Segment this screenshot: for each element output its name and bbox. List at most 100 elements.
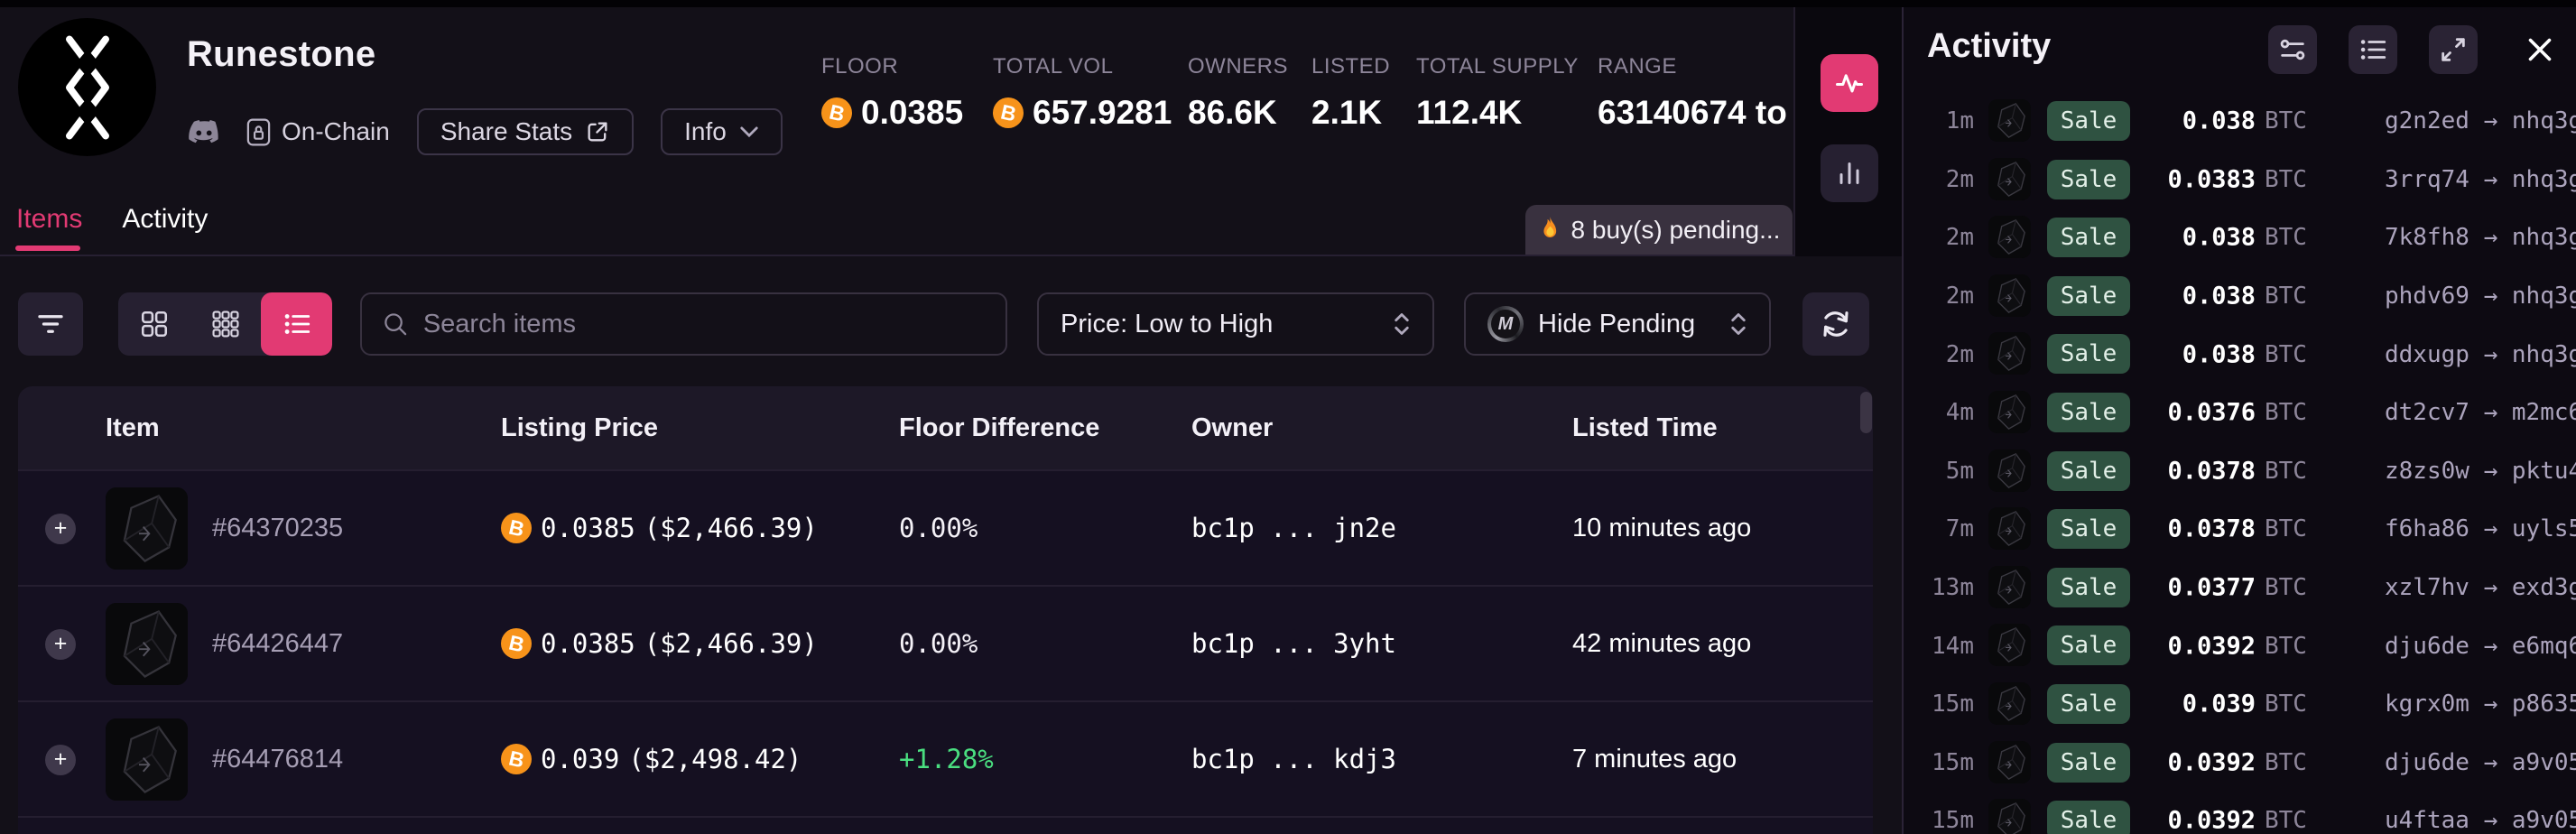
activity-row[interactable]: 15m Sale 0.039 BTC kgrx0m → p8635g: [1904, 675, 2576, 734]
item-thumbnail[interactable]: [106, 718, 188, 801]
activity-row[interactable]: 15m Sale 0.0392 BTC dju6de → a9v05l: [1904, 734, 2576, 792]
to-address[interactable]: m2mc69: [2512, 399, 2576, 426]
item-id[interactable]: #64476814: [212, 702, 343, 816]
from-address[interactable]: f6ha86: [2385, 515, 2469, 542]
tab-items[interactable]: Items: [16, 204, 82, 235]
col-header-floor-diff[interactable]: Floor Difference: [899, 386, 1099, 469]
col-header-item[interactable]: Item: [106, 386, 160, 469]
activity-item-thumbnail[interactable]: [1988, 158, 2031, 200]
activity-addresses[interactable]: 3rrq74 → nhq3gt: [2385, 166, 2576, 193]
refresh-button[interactable]: [1802, 292, 1869, 356]
activity-item-thumbnail[interactable]: [1988, 682, 2031, 725]
to-address[interactable]: nhq3gt: [2512, 283, 2576, 310]
item-thumbnail[interactable]: [106, 487, 188, 570]
to-address[interactable]: exd3gs: [2512, 574, 2576, 601]
to-address[interactable]: nhq3gt: [2512, 341, 2576, 368]
share-stats-button[interactable]: Share Stats: [417, 108, 634, 155]
sort-select[interactable]: Price: Low to High: [1037, 292, 1434, 356]
filter-button[interactable]: [18, 292, 83, 356]
activity-item-thumbnail[interactable]: [1988, 799, 2031, 834]
table-row[interactable]: + #64426447 B 0.0385 ($2,466.39) 0.00% b…: [18, 585, 1873, 700]
from-address[interactable]: u4ftaa: [2385, 807, 2469, 834]
activity-item-thumbnail[interactable]: [1988, 741, 2031, 783]
item-owner-address[interactable]: bc1p ... kdj3: [1191, 702, 1396, 816]
from-address[interactable]: 3rrq74: [2385, 166, 2469, 193]
activity-addresses[interactable]: phdv69 → nhq3gt: [2385, 283, 2576, 310]
tab-activity[interactable]: Activity: [122, 204, 208, 235]
item-id[interactable]: #64426447: [212, 587, 343, 700]
from-address[interactable]: g2n2ed: [2385, 107, 2469, 134]
item-id[interactable]: #64370235: [212, 471, 343, 585]
to-address[interactable]: e6mq6a: [2512, 633, 2576, 660]
chart-view-button[interactable]: [1821, 144, 1878, 202]
col-header-price[interactable]: Listing Price: [501, 386, 658, 469]
activity-filter-button[interactable]: [2268, 25, 2317, 74]
activity-addresses[interactable]: dju6de → e6mq6a: [2385, 633, 2576, 660]
activity-addresses[interactable]: z8zs0w → pktu4q: [2385, 458, 2576, 485]
from-address[interactable]: dju6de: [2385, 749, 2469, 776]
to-address[interactable]: uyls56: [2512, 515, 2576, 542]
activity-item-thumbnail[interactable]: [1988, 566, 2031, 608]
dense-grid-view-button[interactable]: [190, 292, 261, 356]
activity-item-thumbnail[interactable]: [1988, 391, 2031, 433]
activity-row[interactable]: 2m Sale 0.038 BTC 7k8fh8 → nhq3gt: [1904, 208, 2576, 267]
activity-addresses[interactable]: f6ha86 → uyls56: [2385, 515, 2576, 542]
activity-item-thumbnail[interactable]: [1988, 99, 2031, 142]
activity-addresses[interactable]: ddxugp → nhq3gt: [2385, 341, 2576, 368]
activity-addresses[interactable]: dt2cv7 → m2mc69: [2385, 399, 2576, 426]
activity-item-thumbnail[interactable]: [1988, 216, 2031, 258]
search-input[interactable]: [423, 310, 986, 339]
activity-close-button[interactable]: [2516, 25, 2564, 74]
activity-row[interactable]: 5m Sale 0.0378 BTC z8zs0w → pktu4q: [1904, 442, 2576, 501]
activity-addresses[interactable]: g2n2ed → nhq3gt: [2385, 107, 2576, 134]
from-address[interactable]: 7k8fh8: [2385, 224, 2469, 251]
activity-row[interactable]: 4m Sale 0.0376 BTC dt2cv7 → m2mc69: [1904, 384, 2576, 442]
activity-expand-button[interactable]: [2429, 25, 2478, 74]
col-header-listed[interactable]: Listed Time: [1572, 386, 1718, 469]
activity-addresses[interactable]: xzl7hv → exd3gs: [2385, 574, 2576, 601]
activity-addresses[interactable]: kgrx0m → p8635g: [2385, 690, 2576, 718]
from-address[interactable]: ddxugp: [2385, 341, 2469, 368]
add-to-cart-button[interactable]: +: [45, 514, 76, 544]
list-view-button[interactable]: [261, 292, 332, 356]
item-owner-address[interactable]: bc1p ... 3yht: [1191, 587, 1396, 700]
table-scrollbar[interactable]: [1860, 392, 1872, 433]
grid-view-button[interactable]: [118, 292, 190, 356]
activity-list-view-button[interactable]: [2349, 25, 2397, 74]
from-address[interactable]: dt2cv7: [2385, 399, 2469, 426]
item-owner-address[interactable]: bc1p ... jn2e: [1191, 471, 1396, 585]
pending-buys-badge[interactable]: 8 buy(s) pending...: [1525, 205, 1793, 255]
activity-row[interactable]: 7m Sale 0.0378 BTC f6ha86 → uyls56: [1904, 500, 2576, 559]
to-address[interactable]: nhq3gt: [2512, 224, 2576, 251]
activity-addresses[interactable]: 7k8fh8 → nhq3gt: [2385, 224, 2576, 251]
add-to-cart-button[interactable]: +: [45, 745, 76, 775]
activity-feed-toggle-button[interactable]: [1821, 54, 1878, 112]
activity-item-thumbnail[interactable]: [1988, 507, 2031, 550]
to-address[interactable]: nhq3gt: [2512, 166, 2576, 193]
activity-item-thumbnail[interactable]: [1988, 449, 2031, 492]
item-thumbnail[interactable]: [106, 603, 188, 685]
to-address[interactable]: a9v05l: [2512, 749, 2576, 776]
info-button[interactable]: Info: [661, 108, 783, 155]
activity-row[interactable]: 15m Sale 0.0392 BTC u4ftaa → a9v05l: [1904, 792, 2576, 834]
to-address[interactable]: p8635g: [2512, 690, 2576, 718]
table-row[interactable]: + #64370235 B 0.0385 ($2,466.39) 0.00% b…: [18, 469, 1873, 585]
to-address[interactable]: nhq3gt: [2512, 107, 2576, 134]
activity-row[interactable]: 13m Sale 0.0377 BTC xzl7hv → exd3gs: [1904, 559, 2576, 617]
activity-addresses[interactable]: u4ftaa → a9v05l: [2385, 807, 2576, 834]
from-address[interactable]: xzl7hv: [2385, 574, 2469, 601]
from-address[interactable]: phdv69: [2385, 283, 2469, 310]
collection-avatar[interactable]: [18, 18, 156, 156]
activity-row[interactable]: 1m Sale 0.038 BTC g2n2ed → nhq3gt: [1904, 92, 2576, 151]
activity-addresses[interactable]: dju6de → a9v05l: [2385, 749, 2576, 776]
activity-row[interactable]: 2m Sale 0.038 BTC ddxugp → nhq3gt: [1904, 325, 2576, 384]
to-address[interactable]: a9v05l: [2512, 807, 2576, 834]
add-to-cart-button[interactable]: +: [45, 629, 76, 660]
activity-item-thumbnail[interactable]: [1988, 332, 2031, 375]
from-address[interactable]: dju6de: [2385, 633, 2469, 660]
activity-row[interactable]: 2m Sale 0.0383 BTC 3rrq74 → nhq3gt: [1904, 151, 2576, 209]
activity-item-thumbnail[interactable]: [1988, 274, 2031, 317]
from-address[interactable]: kgrx0m: [2385, 690, 2469, 718]
table-row[interactable]: + #64476814 B 0.039 ($2,498.42) +1.28% b…: [18, 700, 1873, 816]
pending-filter-select[interactable]: Hide Pending: [1464, 292, 1771, 356]
